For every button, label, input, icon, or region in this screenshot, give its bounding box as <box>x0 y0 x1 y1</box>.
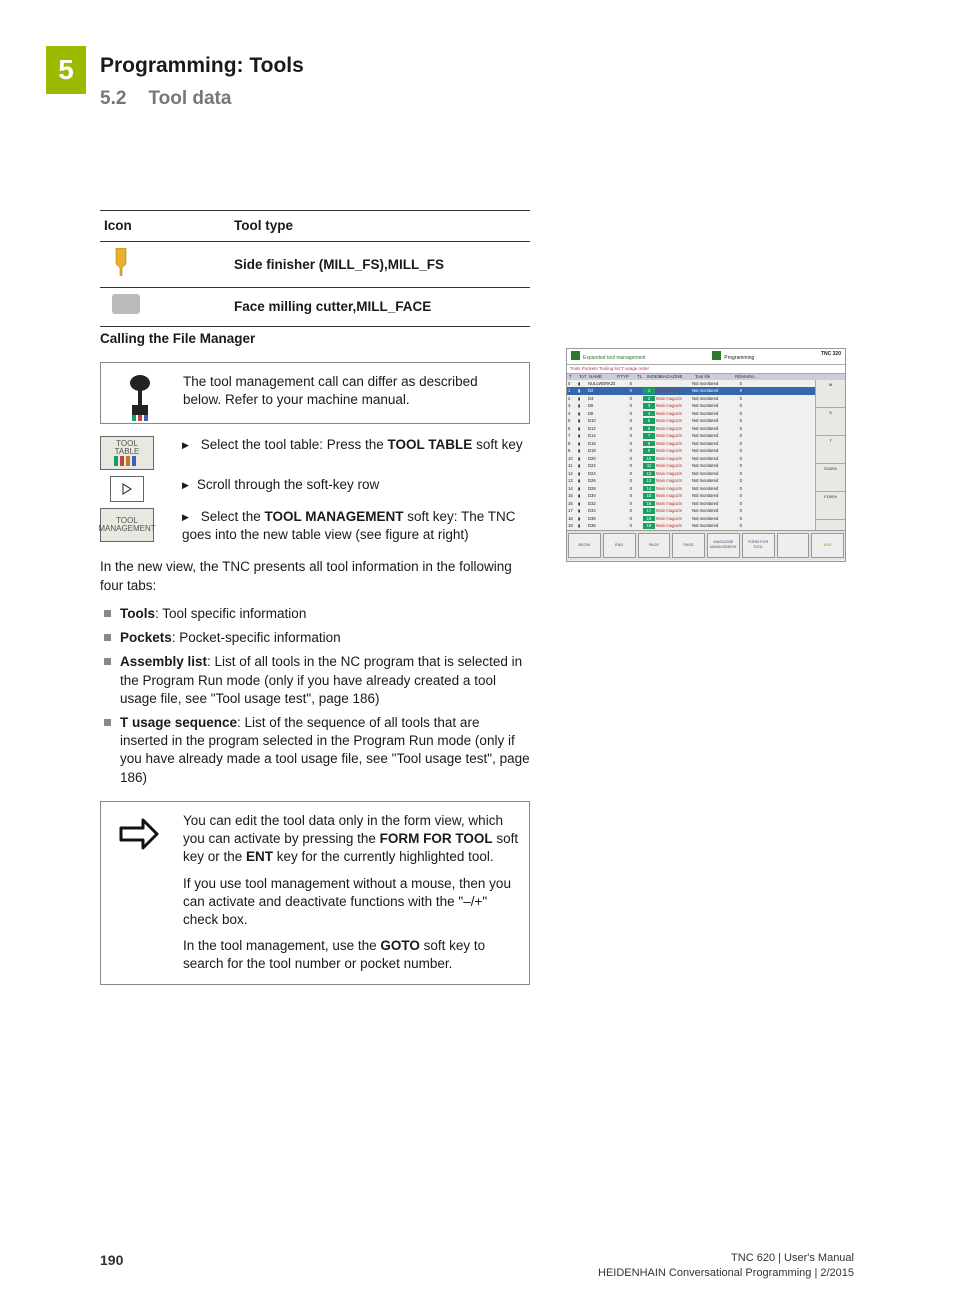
ss-row: 9▮D1809Main magazinNot monitored0 <box>567 447 815 455</box>
ss-row: 10▮D20010Main magazinNot monitored0 <box>567 455 815 463</box>
ss-row: 3▮D603Main magazinNot monitored0 <box>567 402 815 410</box>
list-item: Pockets: Pocket-specific information <box>100 629 530 647</box>
ss-row: 12▮D24012Main magazinNot monitored0 <box>567 470 815 478</box>
triangle-right-icon <box>120 482 134 496</box>
ss-sidebar: M S T S100% F100% <box>815 380 845 530</box>
ss-row: 0▮NULLWERKZEUG0Not monitored0 <box>567 380 815 388</box>
ss-row: 8▮D1608Main magazinNot monitored0 <box>567 440 815 448</box>
ss-row: 6▮D1206Main magazinNot monitored0 <box>567 425 815 433</box>
ss-softkey[interactable]: MAGAZINE MANAGEMENT <box>707 533 740 558</box>
ss-side-box: S <box>816 408 845 436</box>
step-row-2: Scroll through the soft-key row <box>100 476 530 502</box>
ss-row: 18▮D36018Main magazinNot monitored0 <box>567 515 815 523</box>
table-row: Face milling cutter,MILL_FACE <box>100 288 530 326</box>
machine-icon-cell <box>101 363 179 423</box>
note-text: You can edit the tool data only in the f… <box>179 802 529 984</box>
subheading: Calling the File Manager <box>100 330 255 348</box>
note-box: You can edit the tool data only in the f… <box>100 801 530 985</box>
list-item: Tools: Tool specific information <box>100 605 530 623</box>
ss-softkey[interactable]: BEGIN <box>568 533 601 558</box>
note-icon-cell <box>101 802 179 984</box>
machine-note-box: The tool management call can differ as d… <box>100 362 530 424</box>
ss-row: 14▮D28014Main magazinNot monitored0 <box>567 485 815 493</box>
icon-tooltype-table: Icon Tool type Side finisher (MILL_FS),M… <box>100 210 530 327</box>
ss-softkey[interactable]: PAGE <box>638 533 671 558</box>
ss-side-box: M <box>816 380 845 408</box>
ss-softkey[interactable] <box>777 533 810 558</box>
ss-row: 1▮D201Main magazinNot monitored0 <box>567 387 815 395</box>
table-row: Side finisher (MILL_FS),MILL_FS <box>100 242 530 288</box>
app-icon <box>571 351 580 360</box>
mode-icon <box>712 351 721 360</box>
paragraph-tabs-intro: In the new view, the TNC presents all to… <box>100 558 530 594</box>
heading-2-text: Tool data <box>148 88 231 109</box>
ss-softkey[interactable]: END <box>603 533 636 558</box>
list-item: T usage sequence: List of the sequence o… <box>100 714 530 787</box>
tabs-bullet-list: Tools: Tool specific information Pockets… <box>100 605 530 787</box>
face-mill-icon <box>112 294 140 314</box>
step-3-text: Select the TOOL MANAGEMENT soft key: The… <box>178 508 530 544</box>
step-2-text: Scroll through the soft-key row <box>178 476 530 502</box>
ss-softkey[interactable]: PAGE <box>672 533 705 558</box>
ss-row: 11▮D22011Main magazinNot monitored0 <box>567 462 815 470</box>
ss-row: 4▮D804Main magazinNot monitored0 <box>567 410 815 418</box>
machine-note-text: The tool management call can differ as d… <box>179 363 529 423</box>
heading-2-num: 5.2 <box>100 88 126 109</box>
ss-side-s100: S100% <box>816 464 845 492</box>
page-number: 190 <box>100 1251 123 1281</box>
tool-table-softkey[interactable]: TOOLTABLE <box>100 436 154 470</box>
page-header: Programming: Tools 5.2 Tool data <box>100 52 304 112</box>
ss-row: 15▮D30015Main magazinNot monitored0 <box>567 492 815 500</box>
tooltype-cell: Side finisher (MILL_FS),MILL_FS <box>230 242 530 288</box>
heading-2: 5.2 Tool data <box>100 86 304 112</box>
side-finisher-icon <box>112 248 130 276</box>
ss-titlebar: Expanded tool management Programming TNC… <box>567 349 845 365</box>
page-footer: 190 TNC 620 | User's Manual HEIDENHAIN C… <box>100 1251 854 1281</box>
chapter-tab: 5 <box>46 46 86 94</box>
tool-management-screenshot: Expanded tool management Programming TNC… <box>566 348 846 562</box>
step-row-1: TOOLTABLE Select the tool table: Press t… <box>100 436 530 470</box>
ss-row: 16▮D32016Main magazinNot monitored0 <box>567 500 815 508</box>
ss-row: 7▮D1407Main magazinNot monitored0 <box>567 432 815 440</box>
ss-side-f100: F100% <box>816 492 845 520</box>
icon-cell <box>100 288 230 326</box>
ss-softkey[interactable]: FORM FOR TOOL <box>742 533 775 558</box>
ss-row: 5▮D1005Main magazinNot monitored0 <box>567 417 815 425</box>
ss-row: 2▮D402Main magazinNot monitored0 <box>567 395 815 403</box>
ss-softkey[interactable]: END <box>811 533 844 558</box>
content-column: The tool management call can differ as d… <box>100 362 530 997</box>
tooltype-cell: Face milling cutter,MILL_FACE <box>230 288 530 326</box>
ss-grid: 0▮NULLWERKZEUG0Not monitored01▮D201Main … <box>567 380 815 530</box>
ss-row: 13▮D26013Main magazinNot monitored0 <box>567 477 815 485</box>
th-icon: Icon <box>100 211 230 242</box>
tool-management-softkey[interactable]: TOOLMANAGEMENT <box>100 508 154 542</box>
step-row-3: TOOLMANAGEMENT Select the TOOL MANAGEMEN… <box>100 508 530 544</box>
footer-right: TNC 620 | User's Manual HEIDENHAIN Conve… <box>598 1251 854 1281</box>
machine-tool-icon <box>120 373 160 423</box>
icon-cell <box>100 242 230 288</box>
ss-side-box: T <box>816 436 845 464</box>
arrow-right-icon <box>117 812 163 858</box>
th-tooltype: Tool type <box>230 211 530 242</box>
list-item: Assembly list: List of all tools in the … <box>100 653 530 708</box>
ss-tabs: Tools Pockets Tooling list T usage order <box>567 365 845 374</box>
step-1-text: Select the tool table: Press the TOOL TA… <box>178 436 530 470</box>
heading-1: Programming: Tools <box>100 52 304 80</box>
ss-row: 17▮D34017Main magazinNot monitored0 <box>567 507 815 515</box>
ss-softkey-row: BEGINENDPAGEPAGEMAGAZINE MANAGEMENTFORM … <box>567 530 845 560</box>
ss-row: 19▮D38019Main magazinNot monitored0 <box>567 522 815 530</box>
scroll-right-button[interactable] <box>110 476 144 502</box>
